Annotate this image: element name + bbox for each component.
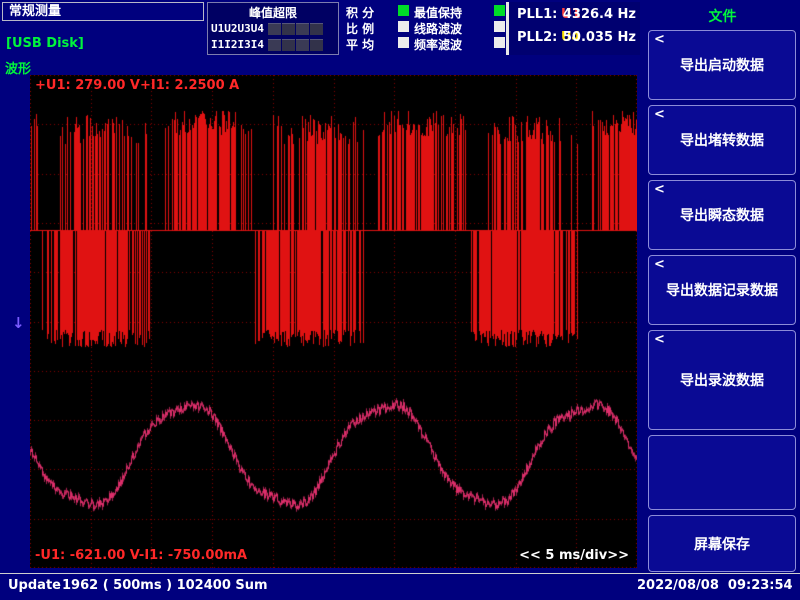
level-marker-arrow-icon: ↓ <box>12 314 25 332</box>
voltage-ch4-indicator <box>310 23 323 35</box>
voltage-channels-label: U1U2U3U4 <box>211 22 268 35</box>
waveform-display: +U1: 279.00 V+I1: 2.2500 A -U1: -621.00 … <box>30 75 637 568</box>
integration-flag-indicator <box>398 5 409 16</box>
export-start-data-button[interactable]: < 导出启动数据 <box>648 30 796 100</box>
peak-row-current: I1I2I3I4 <box>211 38 324 51</box>
screen-save-button[interactable]: 屏幕保存 <box>648 515 796 572</box>
max-hold-indicator <box>494 5 505 16</box>
mode-title-panel: 常规测量 <box>2 2 204 21</box>
button-label: 屏幕保存 <box>694 534 750 554</box>
voltage-ch1-indicator <box>268 23 281 35</box>
timebase-readout: << 5 ms/div>> <box>519 548 629 563</box>
left-arrow-icon: < <box>654 257 665 272</box>
waveform-view-label: 波形 <box>5 58 31 77</box>
peak-over-limit-panel: 峰值超限 U1U2U3U4 I1I2I3I4 <box>207 2 339 55</box>
button-label: 导出数据记录数据 <box>666 280 778 300</box>
peak-over-limit-title: 峰值超限 <box>208 4 338 21</box>
flag-row-3: 平 均 频率滤波 <box>346 36 516 50</box>
upper-scale-readout: +U1: 279.00 V+I1: 2.2500 A <box>35 78 239 93</box>
scaling-flag-label: 比 例 <box>346 20 374 37</box>
integration-flag-label: 积 分 <box>346 4 374 21</box>
export-data-log-button[interactable]: < 导出数据记录数据 <box>648 255 796 325</box>
pll2-label: PLL2: <box>517 30 557 45</box>
export-transient-data-button[interactable]: < 导出瞬态数据 <box>648 180 796 250</box>
averaging-flag-label: 平 均 <box>346 36 374 53</box>
flag-row-2: 比 例 线路滤波 <box>346 20 516 34</box>
lower-scale-readout: -U1: -621.00 V-I1: -750.00mA <box>35 548 247 563</box>
update-label: Update <box>8 578 61 593</box>
line-filter-label: 线路滤波 <box>414 20 462 37</box>
datetime-display: 2022/08/08 09:23:54 <box>637 578 793 593</box>
frequency-filter-label: 频率滤波 <box>414 36 462 53</box>
voltage-ch2-indicator <box>282 23 295 35</box>
waveform-canvas <box>30 75 637 568</box>
pll2-row: PLL2: U4 50.035 Hz <box>517 30 636 46</box>
scaling-flag-indicator <box>398 21 409 32</box>
power-analyzer-screen: 常规测量 [USB Disk] 峰值超限 U1U2U3U4 I1I2I3I4 积… <box>0 0 800 600</box>
current-channels-label: I1I2I3I4 <box>211 38 268 51</box>
current-ch3-indicator <box>296 39 309 51</box>
button-label: 导出启动数据 <box>680 55 764 75</box>
pll-panel: PLL1: U1 4326.4 Hz PLL2: U4 50.035 Hz <box>506 2 640 55</box>
sample-counter: 1962 ( 500ms ) 102400 Sum <box>62 578 268 593</box>
status-separator <box>0 573 800 574</box>
button-label: 导出堵转数据 <box>680 130 764 150</box>
averaging-flag-indicator <box>398 37 409 48</box>
left-arrow-icon: < <box>654 107 665 122</box>
pll2-frequency: 50.035 Hz <box>563 30 636 45</box>
export-waveform-record-button[interactable]: < 导出录波数据 <box>648 330 796 430</box>
max-hold-label: 最值保持 <box>414 4 462 21</box>
empty-menu-slot <box>648 435 796 510</box>
voltage-ch3-indicator <box>296 23 309 35</box>
export-stall-data-button[interactable]: < 导出堵转数据 <box>648 105 796 175</box>
mode-title: 常规测量 <box>9 4 61 19</box>
left-arrow-icon: < <box>654 332 665 347</box>
status-bar: Update 1962 ( 500ms ) 102400 Sum 2022/08… <box>0 578 800 598</box>
flag-row-1: 积 分 最值保持 <box>346 4 516 18</box>
current-ch2-indicator <box>282 39 295 51</box>
current-ch1-indicator <box>268 39 281 51</box>
peak-row-voltage: U1U2U3U4 <box>211 22 324 35</box>
line-filter-indicator <box>494 21 505 32</box>
pll1-label: PLL1: <box>517 7 557 22</box>
button-label: 导出录波数据 <box>680 370 764 390</box>
usb-status: [USB Disk] <box>6 36 84 51</box>
current-ch4-indicator <box>310 39 323 51</box>
file-menu-title: 文件 <box>645 6 800 26</box>
button-label: 导出瞬态数据 <box>680 205 764 225</box>
frequency-filter-indicator <box>494 37 505 48</box>
left-arrow-icon: < <box>654 32 665 47</box>
left-arrow-icon: < <box>654 182 665 197</box>
pll1-row: PLL1: U1 4326.4 Hz <box>517 7 636 23</box>
pll1-frequency: 4326.4 Hz <box>563 7 636 22</box>
